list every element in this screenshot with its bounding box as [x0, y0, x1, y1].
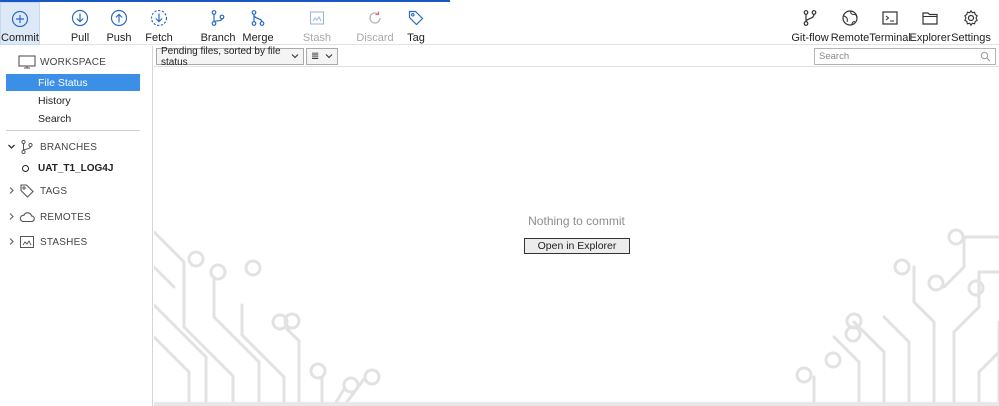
sidebar-item-label: File Status — [38, 76, 88, 89]
sort-dropdown-label: Pending files, sorted by file status — [161, 45, 281, 68]
stash-button[interactable]: Stash — [302, 2, 332, 45]
push-label: Push — [106, 32, 132, 44]
stash-label: Stash — [302, 32, 332, 44]
horizontal-scrollbar[interactable] — [154, 402, 999, 406]
commit-button[interactable]: Commit — [0, 2, 40, 45]
merge-icon — [248, 8, 268, 28]
terminal-label: Terminal — [869, 32, 911, 44]
stash-icon — [307, 8, 327, 28]
gitflow-label: Git-flow — [791, 32, 829, 44]
settings-button[interactable]: Settings — [951, 2, 991, 45]
sidebar-divider — [6, 130, 140, 131]
branch-label: Branch — [200, 32, 236, 44]
tag-button[interactable]: Tag — [404, 2, 428, 45]
search-input[interactable]: Search — [814, 48, 996, 65]
merge-label: Merge — [242, 32, 274, 44]
gear-icon — [961, 8, 981, 28]
remote-label: Remote — [830, 32, 870, 44]
workspace-label: WORKSPACE — [40, 56, 107, 68]
cloud-icon — [18, 209, 36, 225]
tag-icon — [18, 183, 36, 199]
tag-label: Tag — [407, 32, 425, 44]
commit-label: Commit — [1, 32, 39, 44]
sidebar-item-label: Search — [38, 112, 72, 125]
terminal-icon — [880, 8, 900, 28]
sidebar-item-file-status[interactable]: File Status — [6, 74, 140, 91]
empty-state-message: Nothing to commit — [528, 214, 625, 228]
branch-name: UAT_T1_LOG4J — [38, 162, 114, 174]
branches-label: BRANCHES — [40, 141, 98, 153]
pull-button[interactable]: Pull — [66, 2, 94, 45]
chevron-down-icon — [325, 52, 333, 61]
search-placeholder: Search — [819, 51, 850, 62]
sidebar-item-label: History — [38, 94, 71, 107]
fetch-button[interactable]: Fetch — [145, 2, 173, 45]
search-icon — [980, 51, 991, 65]
discard-label: Discard — [356, 32, 394, 44]
push-icon — [109, 8, 129, 28]
stash-icon — [18, 234, 36, 250]
tags-header[interactable]: TAGS — [4, 181, 67, 201]
folder-icon — [920, 8, 940, 28]
branch-button[interactable]: Branch — [200, 2, 236, 45]
remote-button[interactable]: Remote — [830, 2, 870, 45]
fetch-label: Fetch — [145, 32, 173, 44]
chevron-down-icon — [291, 52, 299, 61]
stashes-label: STASHES — [40, 236, 88, 248]
sort-dropdown[interactable]: Pending files, sorted by file status — [156, 45, 304, 68]
sidebar: WORKSPACE File Status History Search BRA… — [0, 46, 153, 406]
file-filter-bar: Pending files, sorted by file status ≣ S… — [154, 45, 999, 68]
discard-icon — [365, 8, 385, 28]
stashes-header[interactable]: STASHES — [4, 232, 87, 252]
remotes-header[interactable]: REMOTES — [4, 207, 91, 227]
chevron-right-icon[interactable] — [4, 186, 18, 197]
branch-icon — [208, 8, 228, 28]
open-in-explorer-button[interactable]: Open in Explorer — [524, 238, 630, 254]
push-button[interactable]: Push — [105, 2, 133, 45]
branch-item-current[interactable]: UAT_T1_LOG4J — [22, 160, 113, 176]
tag-icon — [406, 8, 426, 28]
settings-label: Settings — [951, 32, 991, 44]
fetch-icon — [149, 8, 169, 28]
chevron-right-icon[interactable] — [4, 237, 18, 248]
branches-header[interactable]: BRANCHES — [4, 137, 97, 157]
commit-icon — [10, 9, 30, 28]
merge-button[interactable]: Merge — [242, 2, 274, 45]
list-view-icon: ≣ — [311, 51, 320, 62]
view-mode-dropdown[interactable]: ≣ — [306, 48, 338, 65]
sidebar-item-history[interactable]: History — [6, 92, 140, 109]
explorer-button[interactable]: Explorer — [909, 2, 951, 45]
chevron-down-icon[interactable] — [4, 142, 18, 153]
gitflow-button[interactable]: Git-flow — [791, 2, 829, 45]
discard-button[interactable]: Discard — [356, 2, 394, 45]
circuit-background-pattern — [154, 228, 999, 406]
pull-icon — [70, 8, 90, 28]
sourcetree-window: Commit Pull Push Fetch Branch Merge Stas… — [0, 0, 999, 406]
remotes-label: REMOTES — [40, 211, 91, 223]
monitor-icon — [18, 54, 36, 70]
tags-label: TAGS — [40, 185, 68, 197]
file-status-panel: Nothing to commit Open in Explorer — [154, 67, 999, 406]
current-branch-indicator-icon — [22, 164, 29, 172]
workspace-header[interactable]: WORKSPACE — [18, 52, 106, 72]
chevron-right-icon[interactable] — [4, 212, 18, 223]
toolbar: Commit Pull Push Fetch Branch Merge Stas… — [0, 2, 999, 45]
pull-label: Pull — [70, 32, 90, 44]
explorer-label: Explorer — [909, 32, 951, 44]
sidebar-item-search[interactable]: Search — [6, 110, 140, 127]
gitflow-icon — [800, 8, 820, 28]
terminal-button[interactable]: Terminal — [869, 2, 911, 45]
globe-icon — [840, 8, 860, 28]
branch-icon — [18, 139, 36, 155]
